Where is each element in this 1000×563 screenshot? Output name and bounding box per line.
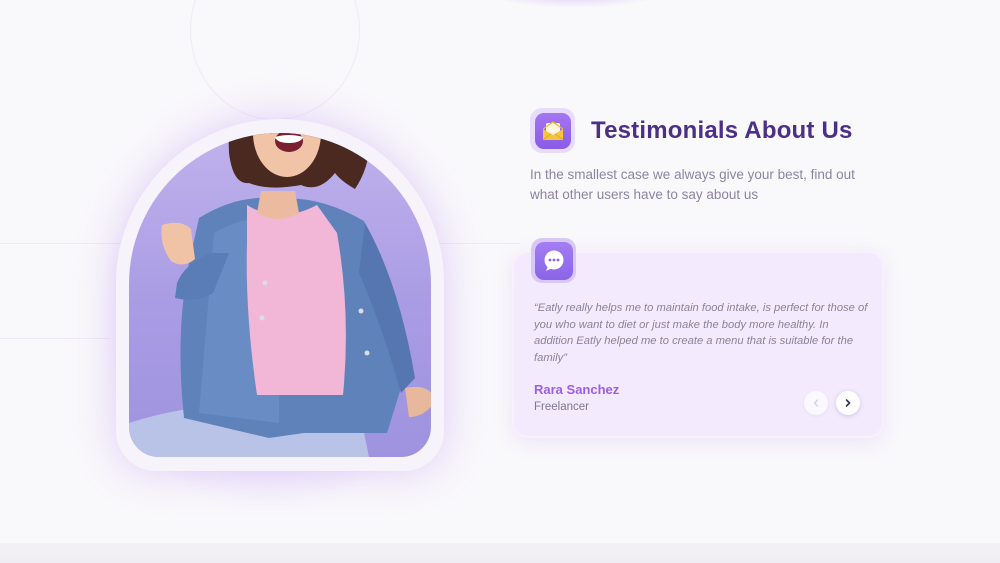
author-name: Rara Sanchez bbox=[534, 382, 620, 397]
next-button[interactable] bbox=[836, 391, 860, 415]
testimonial-quote: “Eatly really helps me to maintain food … bbox=[534, 302, 868, 365]
background-arc bbox=[190, 0, 360, 120]
person-illustration bbox=[129, 133, 431, 457]
top-glow bbox=[480, 0, 670, 8]
chevron-left-icon bbox=[813, 399, 819, 407]
bottom-section-edge bbox=[0, 543, 1000, 563]
chevron-right-icon bbox=[845, 399, 851, 407]
section-subtitle: In the smallest case we always give your… bbox=[530, 167, 855, 202]
previous-button[interactable] bbox=[804, 391, 828, 415]
section-title: Testimonials About Us bbox=[591, 117, 853, 144]
author-role: Freelancer bbox=[534, 401, 589, 413]
testimonial-photo bbox=[129, 133, 431, 457]
envelope-icon bbox=[530, 108, 575, 153]
chat-bubble-icon bbox=[531, 238, 576, 283]
